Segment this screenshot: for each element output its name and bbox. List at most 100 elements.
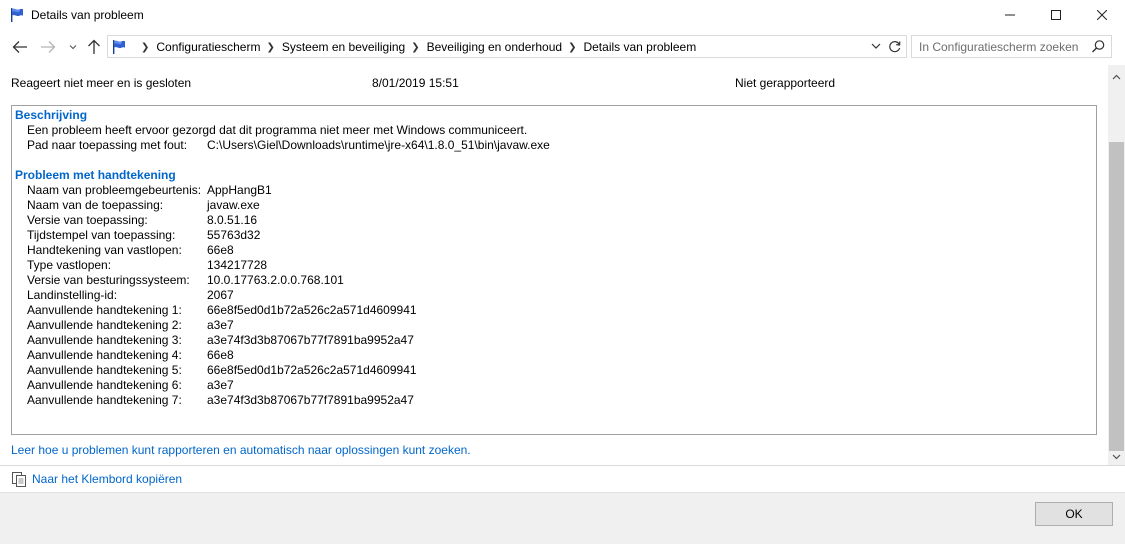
signature-label: Naam van de toepassing: [27,198,164,212]
details-panel[interactable]: Beschrijving Een probleem heeft ervoor g… [11,105,1097,435]
signature-value: a3e7 [207,378,234,392]
search-input[interactable] [912,36,1082,57]
minimize-icon [1005,14,1015,16]
search-icon[interactable] [1091,39,1106,57]
signature-label: Aanvullende handtekening 4: [27,348,182,362]
maximize-icon [1051,10,1061,20]
signature-row: Aanvullende handtekening 4: 66e8 [27,348,234,363]
arrow-right-icon [41,41,56,53]
signature-value: 134217728 [207,258,268,272]
chevron-right-icon[interactable]: ❯ [266,42,274,53]
signature-label: Aanvullende handtekening 7: [27,393,182,407]
main-content: Reageert niet meer en is gesloten 8/01/2… [0,65,1108,465]
signature-row: Aanvullende handtekening 3: a3e74f3d3b870… [27,333,414,348]
recent-locations-button[interactable] [63,37,83,57]
problem-flag-icon [111,39,127,58]
divider [0,465,1125,466]
signature-row: Versie van besturingssysteem: 10.0.17763.… [27,273,344,288]
signature-value: AppHangB1 [207,183,272,197]
signature-value: a3e7 [207,318,234,332]
ok-button[interactable]: OK [1035,502,1113,526]
signature-label: Handtekening van vastlopen: [27,243,182,257]
refresh-button[interactable] [887,39,902,57]
maximize-button[interactable] [1033,0,1079,30]
signature-label: Aanvullende handtekening 5: [27,363,182,377]
help-link[interactable]: Leer hoe u problemen kunt rapporteren en… [11,443,471,457]
signature-value: 55763d32 [207,228,261,242]
signature-value: 66e8f5ed0d1b72a526c2a571d4609941 [207,363,417,377]
scroll-thumb[interactable] [1109,142,1124,451]
copy-label[interactable]: Naar het Klembord kopiëren [32,472,182,486]
signature-label: Aanvullende handtekening 2: [27,318,182,332]
breadcrumb-configuratiescherm[interactable]: Configuratiescherm [156,40,260,54]
description-heading: Beschrijving [15,108,88,122]
up-button[interactable] [84,37,104,57]
signature-value: 66e8 [207,243,234,257]
signature-row: Versie van toepassing: 8.0.51.16 [27,213,257,228]
copy-to-clipboard-link[interactable]: Naar het Klembord kopiëren [11,471,182,487]
scroll-up-button[interactable] [1108,68,1125,85]
footer: OK [0,492,1125,544]
breadcrumb-details-van-probleem[interactable]: Details van probleem [583,40,696,54]
chevron-down-icon [69,45,77,50]
title-bar: Details van probleem [0,0,1125,31]
signature-value: javaw.exe [207,198,260,212]
signature-row: Aanvullende handtekening 1: 66e8f5ed0d1b7… [27,303,417,318]
signature-value: 8.0.51.16 [207,213,258,227]
arrow-up-icon [88,39,100,54]
breadcrumb-beveiliging-en-onderhoud[interactable]: Beveiliging en onderhoud [427,40,562,54]
signature-label: Aanvullende handtekening 3: [27,333,182,347]
signature-row: Aanvullende handtekening 7: a3e74f3d3b870… [27,393,414,408]
search-box[interactable] [911,35,1112,58]
signature-label: Versie van besturingssysteem: [27,273,190,287]
window-title: Details van probleem [31,8,144,22]
signature-row: Aanvullende handtekening 6: a3e7 [27,378,234,393]
path-value: C:\Users\Giel\Downloads\runtime\jre-x64\… [207,138,550,152]
signature-value: a3e74f3d3b87067b77f7891ba9952a47 [207,333,414,347]
signature-value: 66e8f5ed0d1b72a526c2a571d4609941 [207,303,417,317]
signature-row: Aanvullende handtekening 5: 66e8f5ed0d1b7… [27,363,417,378]
path-row: Pad naar toepassing met fout: C:\Users\Gi… [27,138,550,153]
signature-row: Handtekening van vastlopen: 66e8 [27,243,234,258]
breadcrumb-systeem-en-beveiliging[interactable]: Systeem en beveiliging [282,40,405,54]
problem-datetime: 8/01/2019 15:51 [372,76,459,90]
minimize-button[interactable] [987,0,1033,30]
copy-icon [12,472,26,487]
signature-heading: Probleem met handtekening [15,168,176,182]
signature-label: Aanvullende handtekening 1: [27,303,182,317]
signature-label: Landinstelling-id: [27,288,118,302]
back-button[interactable] [10,37,30,57]
chevron-right-icon[interactable]: ❯ [568,42,576,53]
signature-row: Landinstelling-id: 2067 [27,288,234,303]
signature-label: Versie van toepassing: [27,213,148,227]
address-bar[interactable]: ❯ Configuratiescherm ❯ Systeem en beveil… [107,35,907,58]
vertical-scrollbar[interactable] [1108,65,1125,465]
signature-row: Tijdstempel van toepassing: 55763d32 [27,228,260,243]
signature-value: 10.0.17763.2.0.0.768.101 [207,273,344,287]
address-dropdown-button[interactable] [870,39,882,57]
signature-row: Type vastlopen: 134217728 [27,258,267,273]
forward-button[interactable] [38,37,58,57]
signature-row: Naam van probleemgebeurtenis: AppHangB1 [27,183,272,198]
path-label: Pad naar toepassing met fout: [27,138,188,152]
breadcrumb: ❯ Configuratiescherm ❯ Systeem en beveil… [135,40,696,54]
signature-value: 66e8 [207,348,234,362]
chevron-right-icon[interactable]: ❯ [141,42,149,53]
chevron-down-icon [1112,454,1121,459]
report-status: Niet gerapporteerd [735,76,836,90]
signature-row: Aanvullende handtekening 2: a3e7 [27,318,234,333]
description-text: Een probleem heeft ervoor gezorgd dat di… [27,123,527,138]
signature-row: Naam van de toepassing: javaw.exe [27,198,260,213]
signature-value: 2067 [207,288,234,302]
chevron-right-icon[interactable]: ❯ [411,42,419,53]
signature-label: Naam van probleemgebeurtenis: [27,183,202,197]
refresh-icon [889,41,901,53]
signature-label: Type vastlopen: [27,258,112,272]
description-value: Een probleem heeft ervoor gezorgd dat di… [27,123,528,137]
signature-value: a3e74f3d3b87067b77f7891ba9952a47 [207,393,414,407]
close-icon [1097,10,1107,20]
chevron-up-icon [1112,74,1121,79]
close-button[interactable] [1079,0,1125,30]
problem-flag-icon [9,7,25,23]
scroll-down-button[interactable] [1108,448,1125,465]
